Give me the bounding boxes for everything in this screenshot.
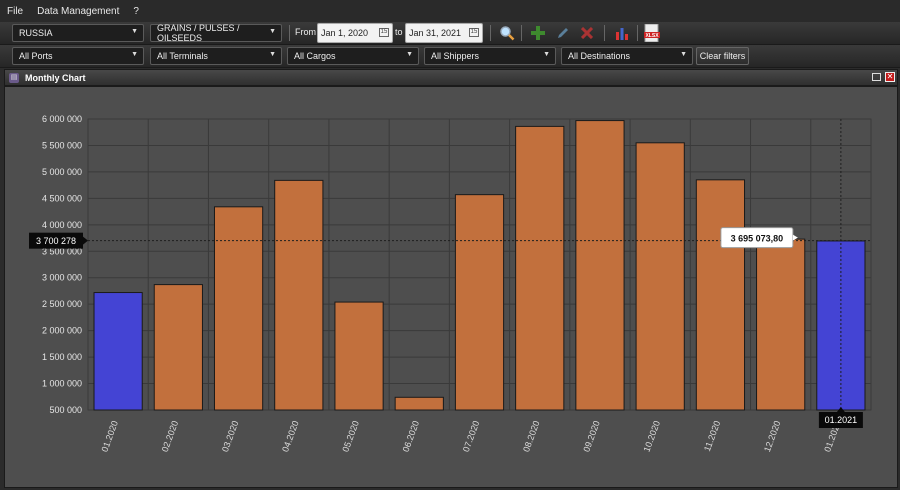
ports-value: All Ports — [19, 51, 53, 61]
chart-panel: 500 000 1 000 000 1 500 000 2 000 000 2 500 … — [4, 86, 898, 488]
shippers-value: All Shippers — [431, 51, 480, 61]
from-date-value: Jan 1, 2020 — [321, 28, 369, 38]
value-tooltip-text: 3 695 073,80 — [731, 234, 784, 244]
to-label: to — [395, 27, 403, 37]
toolbar-divider — [289, 25, 290, 41]
cargos-filter[interactable]: All Cargos ▼ — [287, 47, 419, 65]
close-icon[interactable]: ✕ — [885, 72, 895, 82]
bar-08.2020 — [515, 125, 565, 411]
toolbar-divider — [637, 25, 638, 41]
calendar-icon[interactable]: 15 — [379, 28, 389, 37]
y-tick-label: 1 500 000 — [42, 352, 82, 362]
x-tick-label: 11.2020 — [702, 419, 722, 452]
pencil-icon[interactable] — [554, 24, 572, 42]
commodity-value: GRAINS / PULSES / OILSEEDS — [157, 23, 240, 43]
chart-panel-icon: ▤ — [9, 72, 19, 83]
x-tick-label: 08.2020 — [521, 419, 542, 453]
clear-filters-button[interactable]: Clear filters — [696, 47, 749, 65]
bar-06.2020 — [394, 396, 444, 411]
country-dropdown[interactable]: RUSSIA ▼ — [12, 24, 144, 42]
chevron-down-icon: ▼ — [680, 51, 687, 58]
from-label: From — [295, 27, 316, 37]
crosshair-y-callout-arrow — [83, 236, 88, 245]
menu-data-management[interactable]: Data Management — [30, 6, 126, 17]
to-date-picker[interactable]: Jan 31, 2021 15 — [405, 23, 483, 43]
terminals-value: All Terminals — [157, 51, 208, 61]
calendar-icon[interactable]: 15 — [469, 28, 479, 37]
y-tick-label: 6 000 000 — [42, 114, 82, 124]
x-tick-label: 10.2020 — [642, 419, 663, 453]
maximize-icon[interactable] — [872, 73, 881, 81]
panel-title: Monthly Chart — [25, 72, 86, 83]
x-tick-label: 02.2020 — [160, 419, 181, 453]
chevron-down-icon: ▼ — [269, 28, 276, 35]
x-tick-label: 07.2020 — [461, 419, 482, 453]
y-tick-label: 2 500 000 — [42, 299, 82, 309]
destinations-filter[interactable]: All Destinations ▼ — [561, 47, 693, 65]
x-tick-label: 03.2020 — [220, 419, 241, 453]
bar-10.2020 — [635, 142, 685, 411]
bar-02.2020 — [153, 284, 203, 411]
country-value: RUSSIA — [19, 28, 53, 38]
x-tick-label: 12.2020 — [762, 419, 783, 453]
crosshair-x-label: 01.2021 — [825, 415, 858, 425]
chevron-down-icon: ▼ — [131, 51, 138, 58]
menu-bar: File Data Management ? — [0, 0, 900, 22]
y-tick-label: 500 000 — [49, 405, 82, 415]
shippers-filter[interactable]: All Shippers ▼ — [424, 47, 556, 65]
crosshair-y-label: 3 700 278 — [36, 236, 76, 246]
y-tick-label: 5 500 000 — [42, 140, 82, 150]
toolbar-divider — [521, 25, 522, 41]
menu-help[interactable]: ? — [126, 6, 146, 17]
toolbar: RUSSIA ▼ GRAINS / PULSES / OILSEEDS ▼ Fr… — [0, 22, 900, 45]
bar-chart-icon[interactable] — [613, 24, 631, 42]
bar-12.2020 — [756, 238, 806, 411]
y-tick-label: 2 000 000 — [42, 326, 82, 336]
magnifier-icon[interactable] — [498, 24, 516, 42]
bar-03.2020 — [213, 206, 264, 411]
toolbar-divider — [490, 25, 491, 41]
plus-icon[interactable] — [529, 24, 547, 42]
y-tick-label: 5 000 000 — [42, 167, 82, 177]
y-axis: 500 000 1 000 000 1 500 000 2 000 000 2 500 … — [42, 114, 82, 415]
y-tick-label: 1 000 000 — [42, 379, 82, 389]
x-icon[interactable] — [578, 24, 596, 42]
bar-05.2020 — [334, 301, 384, 411]
to-date-value: Jan 31, 2021 — [409, 28, 462, 38]
chevron-down-icon: ▼ — [406, 51, 413, 58]
y-tick-label: 3 000 000 — [42, 273, 82, 283]
y-tick-label: 4 000 000 — [42, 220, 82, 230]
x-tick-label: 06.2020 — [401, 419, 422, 453]
x-tick-label: 01.2020 — [99, 419, 120, 453]
bar-01.2020 — [93, 292, 143, 411]
terminals-filter[interactable]: All Terminals ▼ — [150, 47, 282, 65]
bar-04.2020 — [274, 179, 324, 411]
y-tick-label: 4 500 000 — [42, 193, 82, 203]
xlsx-icon[interactable]: XLSX — [643, 24, 661, 42]
from-date-picker[interactable]: Jan 1, 2020 15 — [317, 23, 393, 43]
chevron-down-icon: ▼ — [269, 51, 276, 58]
chevron-down-icon: ▼ — [543, 51, 550, 58]
bar-07.2020 — [454, 194, 505, 411]
chevron-down-icon: ▼ — [131, 28, 138, 35]
x-tick-label: 05.2020 — [340, 419, 361, 453]
filter-bar: All Ports ▼ All Terminals ▼ All Cargos ▼… — [0, 45, 900, 68]
x-tick-label: 09.2020 — [581, 419, 602, 453]
x-axis: 01.2020 02.2020 03.2020 04.2020 05.2020 06.20… — [99, 419, 842, 453]
bar-11.2020 — [695, 179, 746, 411]
svg-text:XLSX: XLSX — [645, 33, 659, 39]
bar-09.2020 — [575, 120, 625, 411]
x-tick-label: 04.2020 — [280, 419, 301, 453]
menu-file[interactable]: File — [0, 6, 30, 17]
monthly-bar-chart: 500 000 1 000 000 1 500 000 2 000 000 2 500 … — [29, 114, 872, 453]
ports-filter[interactable]: All Ports ▼ — [12, 47, 144, 65]
toolbar-divider — [604, 25, 605, 41]
commodity-dropdown[interactable]: GRAINS / PULSES / OILSEEDS ▼ — [150, 23, 282, 43]
destinations-value: All Destinations — [568, 51, 631, 61]
cargos-value: All Cargos — [294, 51, 336, 61]
panel-header: ▤ Monthly Chart ✕ — [4, 69, 898, 86]
